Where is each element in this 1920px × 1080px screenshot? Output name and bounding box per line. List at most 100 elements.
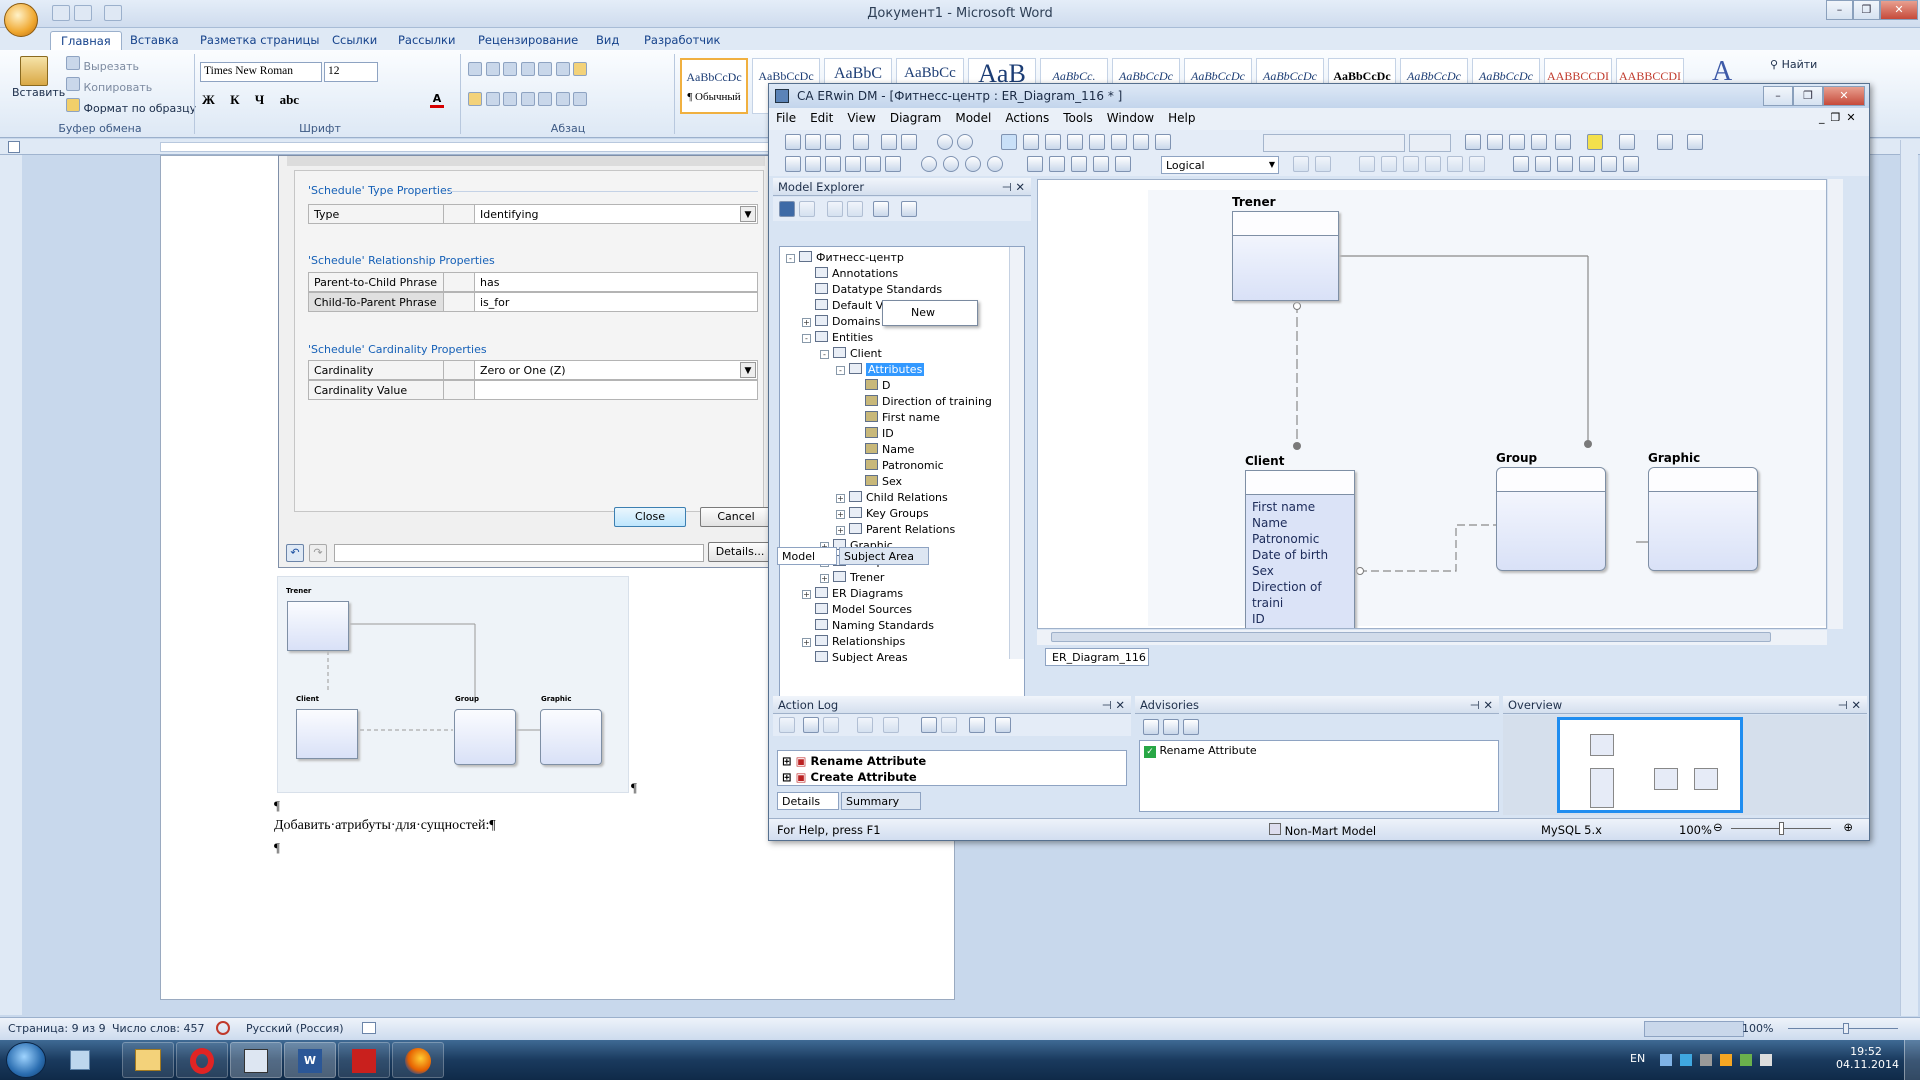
erwin-close-button[interactable]: ✕ bbox=[1823, 86, 1865, 106]
tab-view[interactable]: Вид bbox=[586, 31, 629, 50]
pin-close-icons[interactable]: ⊣ ✕ bbox=[1838, 698, 1861, 712]
details-button[interactable]: Details... bbox=[708, 542, 772, 562]
expand-icon[interactable]: + bbox=[802, 590, 811, 599]
language-indicator[interactable]: Русский (Россия) bbox=[246, 1022, 344, 1035]
taskbar-erwin[interactable] bbox=[230, 1042, 282, 1078]
input-language[interactable]: EN bbox=[1630, 1052, 1645, 1065]
font-color-icon[interactable]: A bbox=[430, 92, 444, 108]
layout-icon[interactable] bbox=[1071, 156, 1087, 172]
start-button[interactable] bbox=[6, 1042, 46, 1078]
menu-view[interactable]: View bbox=[840, 108, 882, 128]
entity-group-name[interactable]: Group bbox=[1496, 451, 1537, 465]
entity-attribute[interactable]: Direction of traini bbox=[1252, 579, 1348, 611]
action-log-item[interactable]: ⊞ ▣ Rename Attribute bbox=[782, 754, 926, 768]
undo-icon[interactable] bbox=[74, 5, 92, 21]
justify-icon[interactable] bbox=[520, 92, 535, 106]
entity-attribute[interactable]: First name bbox=[1252, 499, 1348, 515]
vertical-scrollbar[interactable] bbox=[1900, 140, 1918, 1016]
tree-item[interactable]: - Entities bbox=[802, 330, 873, 346]
tab-review[interactable]: Рецензирование bbox=[468, 31, 588, 50]
delete-icon[interactable] bbox=[847, 201, 863, 217]
tool-icon[interactable] bbox=[823, 717, 839, 733]
tab-details[interactable]: Details bbox=[777, 792, 839, 810]
zoom-level[interactable]: 100% bbox=[1742, 1022, 1773, 1035]
align-right-icon[interactable] bbox=[503, 92, 517, 106]
layout-icon[interactable] bbox=[1115, 156, 1131, 172]
layout-icon[interactable] bbox=[1049, 156, 1065, 172]
taskbar-firefox[interactable] bbox=[392, 1042, 444, 1078]
zoom-icon[interactable] bbox=[987, 156, 1003, 172]
entity-client-name[interactable]: Client bbox=[1245, 454, 1284, 468]
pilcrow-icon[interactable] bbox=[573, 62, 587, 76]
font-color-icon[interactable] bbox=[1555, 134, 1571, 150]
identifying-rel-icon[interactable] bbox=[1067, 134, 1083, 150]
undo-icon[interactable]: ↶ bbox=[286, 544, 304, 562]
maximize-button[interactable]: ❐ bbox=[1853, 0, 1880, 20]
tray-icons[interactable] bbox=[1660, 1054, 1820, 1068]
tree-item[interactable]: + Parent Relations bbox=[836, 522, 955, 538]
open-icon[interactable] bbox=[805, 134, 821, 150]
tool-icon[interactable] bbox=[1293, 156, 1309, 172]
tool-icon[interactable] bbox=[883, 717, 899, 733]
taskbar-opera[interactable] bbox=[176, 1042, 228, 1078]
redo-to-icon[interactable] bbox=[941, 717, 957, 733]
zoom-in-icon[interactable]: ⊕ bbox=[1843, 820, 1853, 834]
show-desktop-button[interactable] bbox=[1904, 1040, 1920, 1080]
expand-icon[interactable]: + bbox=[836, 494, 845, 503]
tool-icon[interactable] bbox=[1469, 156, 1485, 172]
pin-close-icons[interactable]: ⊣ ✕ bbox=[1102, 698, 1125, 712]
expand-icon[interactable]: + bbox=[836, 510, 845, 519]
tab-model[interactable]: Model bbox=[777, 547, 837, 565]
canvas-vscrollbar[interactable] bbox=[1828, 179, 1843, 629]
font-combo[interactable] bbox=[1263, 134, 1405, 152]
page-count[interactable]: Страница: 9 из 9 bbox=[8, 1022, 106, 1035]
prop-value[interactable] bbox=[474, 381, 757, 399]
line-spacing-icon[interactable] bbox=[538, 92, 552, 106]
text-tool-icon[interactable] bbox=[1133, 134, 1149, 150]
expand-icon[interactable]: + bbox=[802, 318, 811, 327]
tab-insert[interactable]: Вставка bbox=[120, 31, 189, 50]
pin-close-icons[interactable]: ⊣ ✕ bbox=[1470, 698, 1493, 712]
font-size-combo[interactable]: 12 bbox=[324, 62, 378, 82]
align-center-icon[interactable] bbox=[485, 92, 500, 106]
collapse-icon[interactable]: - bbox=[836, 366, 845, 375]
underline-icon[interactable] bbox=[1509, 134, 1525, 150]
tree-item[interactable]: First name bbox=[852, 410, 940, 426]
tree-item[interactable]: + Child Relations bbox=[836, 490, 948, 506]
tree-item[interactable]: ID bbox=[852, 426, 894, 442]
find-icon[interactable] bbox=[881, 134, 897, 150]
fill-color-icon[interactable] bbox=[1587, 134, 1603, 150]
tool-icon[interactable] bbox=[1315, 156, 1331, 172]
prop-value[interactable]: Zero or One (Z) bbox=[474, 361, 757, 379]
collapse-icon[interactable]: - bbox=[802, 334, 811, 343]
canvas-hscrollbar[interactable] bbox=[1037, 630, 1827, 645]
prop-value[interactable]: is_for bbox=[474, 293, 757, 311]
context-menu-new[interactable]: New bbox=[882, 300, 978, 326]
prop-row-child-to-parent[interactable]: Child-To-Parent Phrase is_for bbox=[308, 292, 758, 312]
prop-row-parent-to-child[interactable]: Parent-to-Child Phrase has bbox=[308, 272, 758, 292]
advisory-item[interactable]: ✓ Rename Attribute bbox=[1144, 744, 1257, 758]
zoom-slider[interactable]: ⊖ ⊕ bbox=[1713, 820, 1853, 836]
mdi-controls[interactable]: _❐✕ bbox=[1819, 111, 1862, 124]
action-log-item[interactable]: ⊞ ▣ Create Attribute bbox=[782, 770, 917, 784]
overview-panel[interactable] bbox=[1503, 715, 1867, 815]
tool-icon[interactable] bbox=[1403, 156, 1419, 172]
redo-icon[interactable]: ↷ bbox=[309, 544, 327, 562]
menu-model[interactable]: Model bbox=[948, 108, 998, 128]
forward-icon[interactable] bbox=[799, 201, 815, 217]
tool-icon[interactable] bbox=[1381, 156, 1397, 172]
redo-icon[interactable] bbox=[957, 134, 973, 150]
tool-icon[interactable] bbox=[779, 717, 795, 733]
back-icon[interactable] bbox=[779, 201, 795, 217]
tool-icon[interactable] bbox=[1359, 156, 1375, 172]
tool-icon[interactable] bbox=[1425, 156, 1441, 172]
many-to-many-icon[interactable] bbox=[1089, 134, 1105, 150]
advisories-list[interactable]: ✓ Rename Attribute bbox=[1139, 740, 1499, 812]
tree-item[interactable]: + ER Diagrams bbox=[802, 586, 903, 602]
tree-item[interactable]: Annotations bbox=[802, 266, 898, 282]
menu-diagram[interactable]: Diagram bbox=[883, 108, 949, 128]
close-button[interactable]: Close bbox=[614, 507, 686, 527]
document-text-line[interactable]: Добавить·атрибуты·для·сущностей:¶ bbox=[274, 818, 496, 834]
display-level-icon[interactable] bbox=[845, 156, 861, 172]
erwin-maximize-button[interactable]: ❐ bbox=[1793, 86, 1823, 106]
